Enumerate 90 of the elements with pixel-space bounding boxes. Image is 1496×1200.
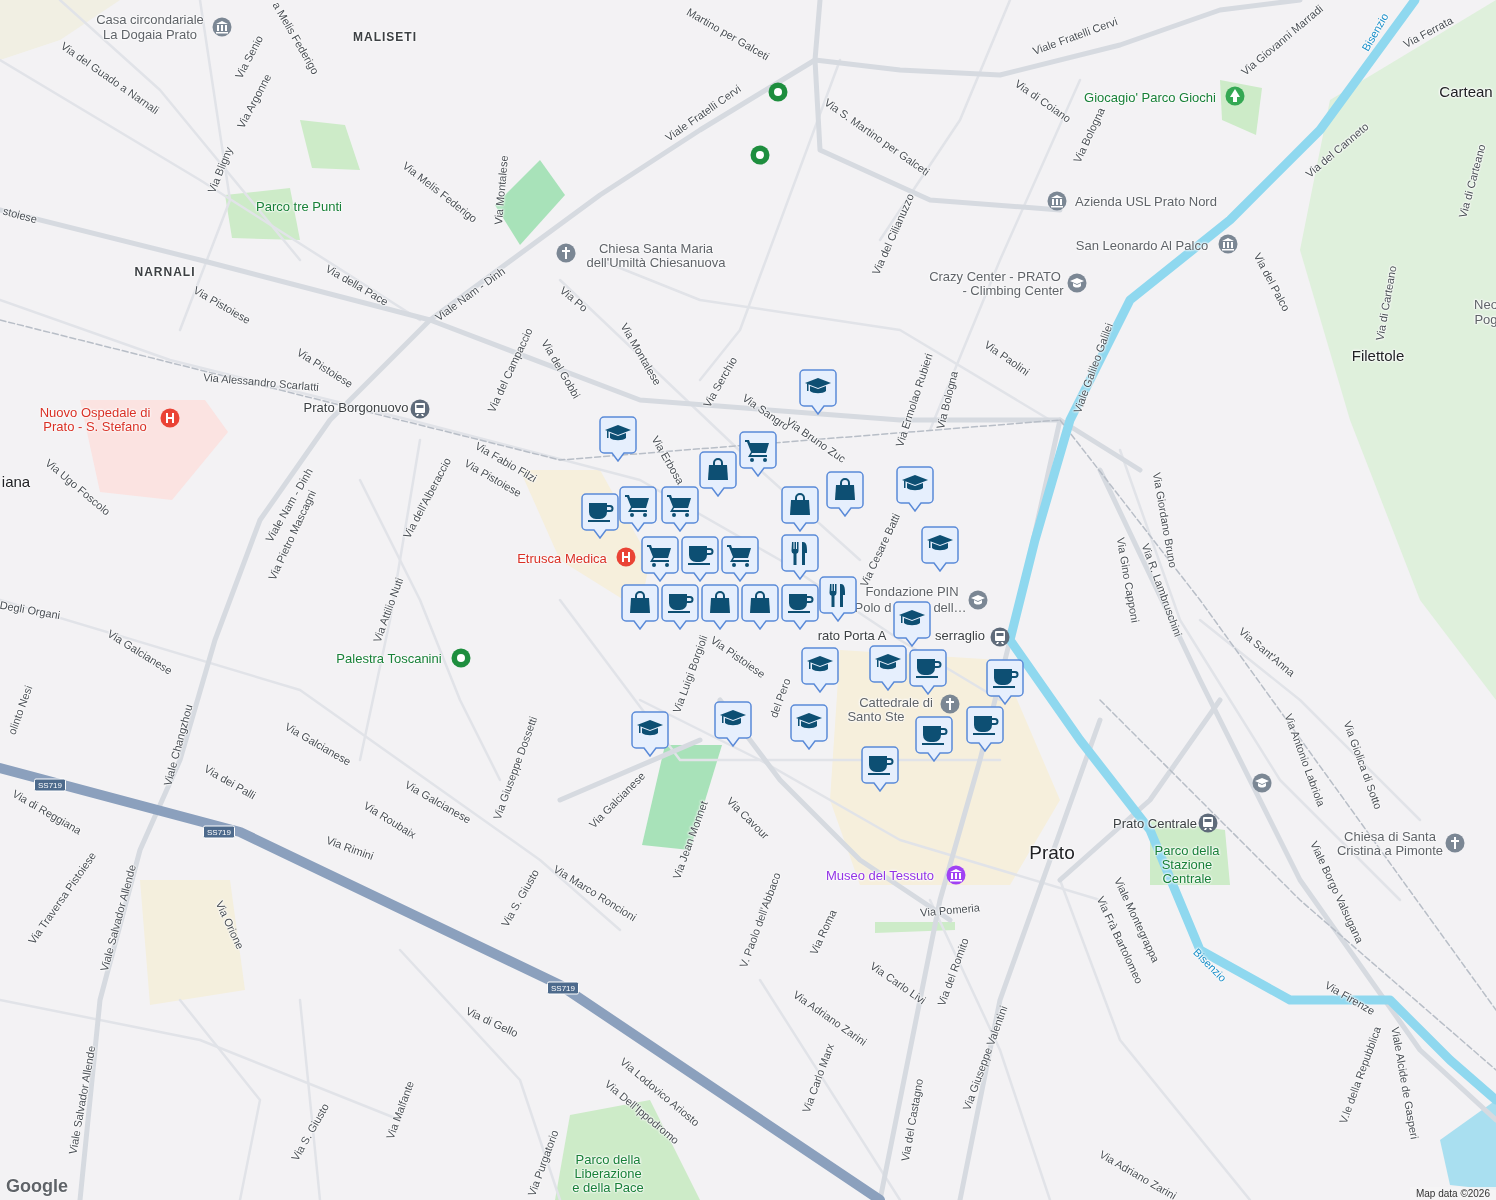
- map-label: Via Attilio Nuti: [370, 576, 406, 644]
- map-label: Nuovo Ospedale di: [39, 405, 151, 421]
- map-label: Via di Carteano: [1373, 264, 1399, 342]
- dot-pin-icon[interactable]: [768, 82, 788, 102]
- train-icon[interactable]: [990, 627, 1010, 647]
- train-icon[interactable]: [410, 399, 430, 419]
- map-label: del Pero: [767, 676, 793, 720]
- dot-pin-icon[interactable]: [451, 648, 471, 668]
- map-label: Museo del Tessuto: [825, 868, 935, 884]
- map-label: Via del Romito: [935, 936, 971, 1008]
- map-label: stoiese: [1, 204, 39, 226]
- google-logo: Google: [6, 1176, 68, 1197]
- map-label: Parco della: [1154, 843, 1220, 859]
- columned-building-icon[interactable]: [946, 865, 966, 885]
- map-label: Viale Nam - Dinh: [432, 264, 508, 324]
- map-label: Fondazione PIN: [865, 584, 959, 600]
- map-label: Chiesa Santa Maria: [598, 241, 714, 257]
- map-label: Via Bologna: [934, 369, 960, 431]
- map-label: Via Carlo Marx: [799, 1041, 837, 1115]
- map-label: Casa circondariale: [96, 12, 204, 28]
- map-label: dell'Umiltà Chiesanuova: [586, 255, 726, 271]
- cross-icon[interactable]: [1445, 833, 1465, 853]
- train-icon[interactable]: [1198, 813, 1218, 833]
- map-label: Via della Pace: [323, 262, 391, 308]
- map-label: Palestra Toscanini: [336, 651, 442, 667]
- map-label: Via dei Palli: [202, 762, 258, 802]
- map-label: - Climbing Center: [962, 283, 1064, 299]
- map-label: rato Porta A: [817, 628, 887, 644]
- dot-pin-icon[interactable]: [750, 145, 770, 165]
- road-shield: SS719: [203, 825, 235, 839]
- map-label: Prato: [1029, 842, 1075, 864]
- map-label: Filettole: [1351, 347, 1405, 365]
- map-label: Viale Salvador Allende: [97, 863, 139, 973]
- map-label: iana: [1, 473, 31, 491]
- columned-building-icon[interactable]: [1047, 191, 1067, 211]
- hospital-icon[interactable]: [616, 547, 636, 567]
- map-label: Via Pomeria: [919, 901, 981, 919]
- graduation-cap-icon[interactable]: [1252, 773, 1272, 793]
- road-shield: SS719: [34, 778, 66, 792]
- map-label: La Dogaia Prato: [103, 27, 197, 43]
- map-label: Via Rimini: [324, 833, 376, 863]
- map-label: Prato Borgonuovo: [303, 400, 409, 416]
- map-label: e della Pace: [572, 1180, 644, 1196]
- tree-icon[interactable]: [1225, 86, 1245, 106]
- map-label: Parco della: [575, 1152, 641, 1168]
- map-label: Azienda USL Prato Nord: [1075, 194, 1217, 210]
- map-label: Prato Centrale: [1113, 816, 1197, 832]
- map-label: Liberazione: [574, 1166, 642, 1182]
- map-label: NARNALI: [134, 266, 196, 280]
- map-label: Via Gino Capponi: [1114, 536, 1142, 624]
- map-label: Viale Salvador Allende: [66, 1044, 98, 1156]
- map-label: Pog: [1474, 312, 1496, 328]
- map-label: Via del Palco: [1251, 250, 1293, 314]
- map-label: Via del Castagno: [898, 1077, 926, 1163]
- hospital-icon[interactable]: [160, 408, 180, 428]
- map-label: Santo Ste: [847, 709, 905, 725]
- map-label: Via Orione: [213, 899, 247, 951]
- map-label: Stazione: [1161, 857, 1213, 873]
- map-label: Via Montalese: [491, 154, 511, 226]
- map-label: Viale Galileo Galilei: [1071, 321, 1115, 415]
- map-label: Parco tre Punti: [256, 199, 342, 215]
- map-label: dell…: [933, 600, 967, 616]
- map-label: serraglio: [935, 628, 985, 644]
- map-label: Prato - S. Stefano: [43, 419, 147, 435]
- map-label: Via di Gello: [464, 1004, 520, 1040]
- graduation-cap-icon[interactable]: [968, 590, 988, 610]
- map-label: Via Giolica di Sotto: [1341, 719, 1385, 811]
- map-label: Via Antonio Labriola: [1282, 712, 1328, 808]
- map-label: Etrusca Medica: [517, 551, 607, 567]
- map-label: Cartean: [1439, 83, 1493, 101]
- graduation-cap-icon[interactable]: [1067, 273, 1087, 293]
- map-label: Centrale: [1162, 871, 1212, 887]
- map-label: Chiesa di Santa: [1344, 829, 1436, 845]
- map-label: Viale Fratelli Cervi: [1031, 15, 1119, 57]
- map-label: Giocagio' Parco Giochi: [1084, 90, 1216, 106]
- cross-icon[interactable]: [940, 694, 960, 714]
- map-label: olinto Nesi: [5, 683, 35, 737]
- map-label: Degli Organi: [0, 598, 62, 622]
- park-area: [300, 120, 360, 170]
- road-shield: SS719: [547, 981, 579, 995]
- map-label: Viale Alcide de Gasperi: [1389, 1026, 1421, 1140]
- map-label: Cattedrale di: [859, 695, 933, 711]
- cross-icon[interactable]: [556, 243, 576, 263]
- columned-building-icon[interactable]: [1218, 234, 1238, 254]
- map-label: MALISETI: [353, 31, 417, 45]
- map-label: Via Po: [557, 284, 591, 314]
- map-label: Cristina a Pimonte: [1336, 843, 1444, 859]
- columned-building-icon[interactable]: [212, 17, 232, 37]
- map-label: Via di Carteano: [1456, 142, 1488, 220]
- map-label: Crazy Center - PRATO: [929, 269, 1061, 285]
